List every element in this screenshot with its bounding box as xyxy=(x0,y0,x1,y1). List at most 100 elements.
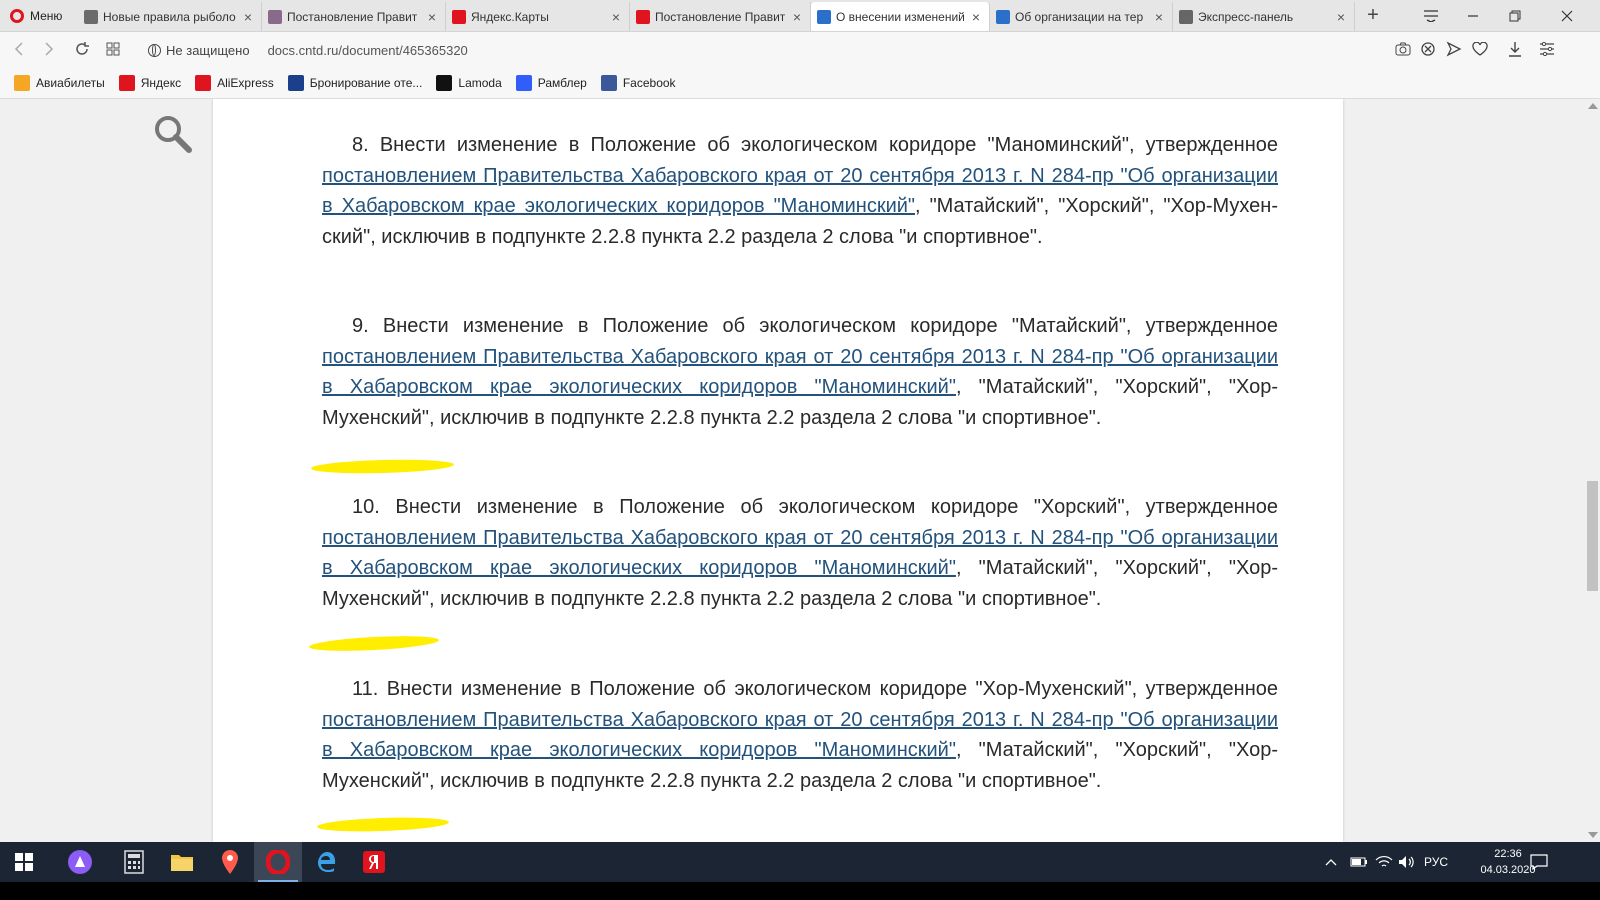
clock-time: 22:36 xyxy=(1494,848,1522,860)
yellow-highlight-mark xyxy=(308,633,440,654)
address-field[interactable]: Не защищено docs.cntd.ru/document/465365… xyxy=(148,37,1378,63)
lamoda-icon xyxy=(436,74,453,91)
map-pin-favicon-icon xyxy=(452,9,466,24)
yandex-icon xyxy=(118,74,135,91)
tab-title: Об организации на тер xyxy=(1015,9,1144,24)
rambler-icon xyxy=(515,74,532,91)
avatar-favicon-icon xyxy=(268,9,282,24)
cntd-favicon-icon xyxy=(817,9,831,24)
tab-title: Новые правила рыболо xyxy=(103,9,236,24)
volume-icon[interactable] xyxy=(1398,842,1416,882)
bookmark-label: Яндекс xyxy=(140,75,182,90)
bookmark-label: Авиабилеты xyxy=(36,75,105,90)
calculator-icon[interactable] xyxy=(110,842,158,882)
browser-tab[interactable]: Яндекс.Карты × xyxy=(446,2,630,31)
scroll-up-arrow-icon[interactable] xyxy=(1588,103,1598,109)
bookmark-item[interactable]: Бронирование оте... xyxy=(287,74,422,91)
tab-menu-icon[interactable] xyxy=(1410,0,1452,31)
yandex-maps-pin-icon[interactable] xyxy=(206,842,254,882)
forward-icon[interactable] xyxy=(39,39,59,59)
yandex-browser-icon[interactable] xyxy=(350,842,398,882)
security-indicator[interactable]: Не защищено xyxy=(148,43,250,58)
bookmark-label: Facebook xyxy=(622,75,676,90)
yellow-highlight-mark xyxy=(316,815,450,834)
aliexpress-icon xyxy=(195,74,212,91)
plane-icon xyxy=(14,74,30,91)
scroll-down-arrow-icon[interactable] xyxy=(1588,832,1598,838)
grid-favicon-icon xyxy=(1179,9,1193,24)
alice-assistant-icon[interactable] xyxy=(56,842,104,882)
opera-menu-button[interactable]: Меню xyxy=(0,0,76,31)
reload-icon[interactable] xyxy=(72,39,92,59)
tab-close-icon[interactable]: × xyxy=(425,9,439,25)
tab-title: О внесении изменений xyxy=(836,9,965,24)
bookmark-label: Рамблер xyxy=(537,75,587,90)
speed-dial-grid-icon[interactable] xyxy=(103,39,123,59)
browser-tab[interactable]: Постановление Правит × xyxy=(262,2,446,31)
adblock-icon[interactable] xyxy=(1419,40,1437,58)
download-icon[interactable] xyxy=(1506,40,1524,58)
paragraph-10: 10. Внести изменение в Положение об экол… xyxy=(322,492,1278,614)
language-indicator[interactable]: РУС xyxy=(1424,842,1448,882)
heart-bookmark-icon[interactable] xyxy=(1471,40,1489,58)
vertical-scrollbar[interactable] xyxy=(1585,99,1600,842)
document-sheet: 8. Внести изменение в Положение об эколо… xyxy=(213,99,1343,842)
tab-close-icon[interactable]: × xyxy=(969,9,983,25)
tab-close-icon[interactable]: × xyxy=(241,9,255,25)
send-flow-icon[interactable] xyxy=(1445,40,1463,58)
battery-icon[interactable] xyxy=(1350,842,1368,882)
bookmark-item[interactable]: Lamoda xyxy=(436,74,502,91)
windows-start-icon[interactable] xyxy=(0,842,48,882)
yandex-favicon-icon xyxy=(636,9,650,24)
taskbar-clock[interactable]: 22:36 04.03.2020 xyxy=(1478,846,1538,878)
edge-browser-icon[interactable] xyxy=(302,842,350,882)
easy-setup-icon[interactable] xyxy=(1538,40,1556,58)
bookmark-label: Lamoda xyxy=(458,75,502,90)
globe-icon xyxy=(148,43,161,57)
tab-title: Постановление Правит xyxy=(655,9,786,24)
scrollbar-thumb[interactable] xyxy=(1587,481,1598,591)
notifications-icon[interactable] xyxy=(1530,842,1548,882)
doc-favicon-icon xyxy=(84,9,98,24)
wifi-icon[interactable] xyxy=(1375,842,1393,882)
page-viewport: 8. Внести изменение в Положение об эколо… xyxy=(0,99,1585,842)
tab-close-icon[interactable]: × xyxy=(609,9,623,25)
tab-title: Экспресс-панель xyxy=(1198,9,1294,24)
paragraph-lead: 8. Внести изменение в Положение об эколо… xyxy=(352,134,1278,156)
bookmark-item[interactable]: Авиабилеты xyxy=(14,74,105,91)
browser-tab[interactable]: Об организации на тер × xyxy=(990,2,1173,31)
back-icon[interactable] xyxy=(9,39,29,59)
close-window-icon[interactable] xyxy=(1546,0,1588,31)
browser-tab[interactable]: Постановление Правит × xyxy=(630,2,811,31)
paragraph-11: 11. Внести изменение в Положение об экол… xyxy=(322,674,1278,796)
bookmark-label: AliExpress xyxy=(217,75,274,90)
bookmark-item[interactable]: Рамблер xyxy=(515,74,587,91)
new-tab-plus-icon[interactable]: + xyxy=(1361,4,1385,28)
booking-icon xyxy=(287,74,304,91)
tab-title: Яндекс.Карты xyxy=(471,9,549,24)
tab-close-icon[interactable]: × xyxy=(790,9,804,25)
opera-taskbar-icon[interactable] xyxy=(254,842,302,882)
browser-tab[interactable]: Экспресс-панель × xyxy=(1173,2,1355,31)
screen: Меню Новые правила рыболо × Постановление … xyxy=(0,0,1600,882)
bookmark-item[interactable]: AliExpress xyxy=(195,74,274,91)
windows-taskbar: РУС 22:36 04.03.2020 xyxy=(0,842,1600,882)
tab-close-icon[interactable]: × xyxy=(1334,9,1348,25)
snapshot-camera-icon[interactable] xyxy=(1394,40,1412,58)
opera-logo-icon xyxy=(10,8,24,23)
security-label: Не защищено xyxy=(166,42,250,58)
tab-close-icon[interactable]: × xyxy=(1152,9,1166,25)
facebook-icon xyxy=(600,74,617,91)
browser-tab[interactable]: Новые правила рыболо × xyxy=(78,2,262,31)
yellow-highlight-mark xyxy=(310,458,455,475)
minimize-icon[interactable] xyxy=(1452,0,1494,31)
bookmark-item[interactable]: Яндекс xyxy=(118,74,182,91)
bookmarks-bar: Авиабилеты Яндекс AliExpress Бронирование о… xyxy=(0,67,1600,99)
browser-tab[interactable]: О внесении изменений × xyxy=(811,2,990,31)
clock-date: 04.03.2020 xyxy=(1480,864,1536,876)
file-explorer-icon[interactable] xyxy=(158,842,206,882)
tray-expand-chevron-icon[interactable] xyxy=(1325,842,1337,882)
search-icon[interactable] xyxy=(152,113,194,155)
restore-icon[interactable] xyxy=(1494,0,1536,31)
bookmark-item[interactable]: Facebook xyxy=(600,74,676,91)
